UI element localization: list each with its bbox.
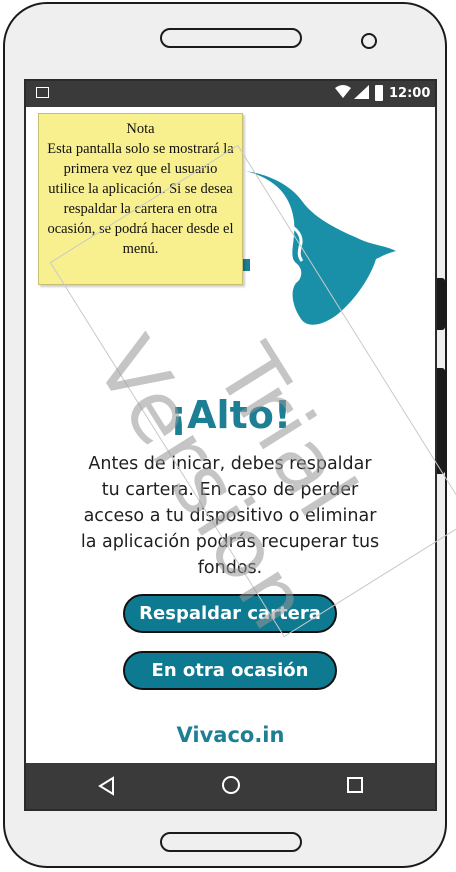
phone-home-slot: [160, 832, 302, 852]
image-icon: [36, 87, 49, 98]
battery-icon: [375, 85, 383, 101]
home-icon[interactable]: [222, 776, 240, 794]
phone-speaker: [160, 28, 302, 48]
status-bar: 12:00: [26, 81, 435, 107]
recents-icon[interactable]: [347, 777, 363, 793]
later-button[interactable]: En otra ocasión: [123, 651, 337, 690]
back-icon[interactable]: [97, 776, 115, 796]
power-button: [437, 368, 445, 474]
phone-camera: [361, 33, 377, 49]
signal-icon: [354, 85, 369, 99]
wifi-icon: [335, 85, 351, 98]
volume-button: [437, 278, 445, 330]
status-time: 12:00: [389, 86, 431, 101]
brand-link[interactable]: Vivaco.in: [26, 723, 435, 747]
note-title: Nota: [126, 121, 155, 137]
navigation-bar: [26, 763, 435, 809]
